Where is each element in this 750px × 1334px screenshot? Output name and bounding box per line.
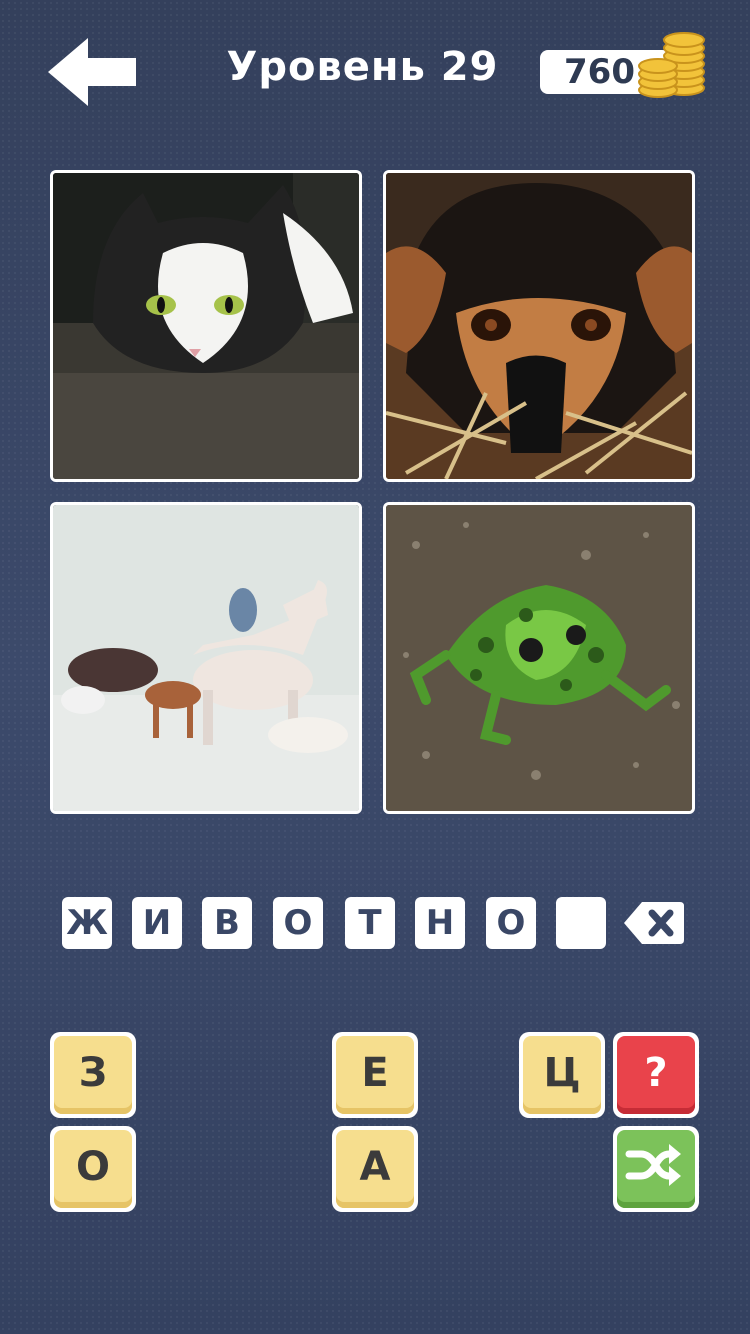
backspace-button[interactable]	[622, 900, 684, 946]
question-mark-icon: ?	[617, 1036, 695, 1114]
answer-slot[interactable]: Ж	[62, 897, 112, 949]
answer-slot[interactable]: О	[486, 897, 536, 949]
letter-tile-label: А	[336, 1130, 414, 1208]
hint-button[interactable]: ?	[613, 1032, 699, 1118]
picture-dog[interactable]	[383, 170, 695, 482]
answer-slot[interactable]: Н	[415, 897, 465, 949]
answer-slot[interactable]: Т	[345, 897, 395, 949]
letter-tile[interactable]: З	[50, 1032, 136, 1118]
letter-tile[interactable]: Е	[332, 1032, 418, 1118]
back-arrow-icon	[48, 38, 136, 106]
answer-slot[interactable]: О	[273, 897, 323, 949]
picture-toy-animals[interactable]	[50, 502, 362, 814]
answer-slot[interactable]: В	[202, 897, 252, 949]
coin-stack-icon	[636, 30, 708, 100]
picture-frog[interactable]	[383, 502, 695, 814]
shuffle-icon	[617, 1130, 695, 1208]
shuffle-button[interactable]	[613, 1126, 699, 1212]
back-button[interactable]	[44, 36, 140, 108]
letter-tile-label: З	[54, 1036, 132, 1114]
answer-slot-empty[interactable]	[556, 897, 606, 949]
letter-tile[interactable]: О	[50, 1126, 136, 1212]
letter-tile-label: О	[54, 1130, 132, 1208]
backspace-icon	[624, 902, 684, 944]
answer-slot[interactable]: И	[132, 897, 182, 949]
picture-cat[interactable]	[50, 170, 362, 482]
level-title: Уровень 29	[226, 44, 499, 90]
letter-tile[interactable]: Ц	[519, 1032, 605, 1118]
letter-tile-label: Е	[336, 1036, 414, 1114]
letter-tile[interactable]: А	[332, 1126, 418, 1212]
letter-tile-label: Ц	[523, 1036, 601, 1114]
